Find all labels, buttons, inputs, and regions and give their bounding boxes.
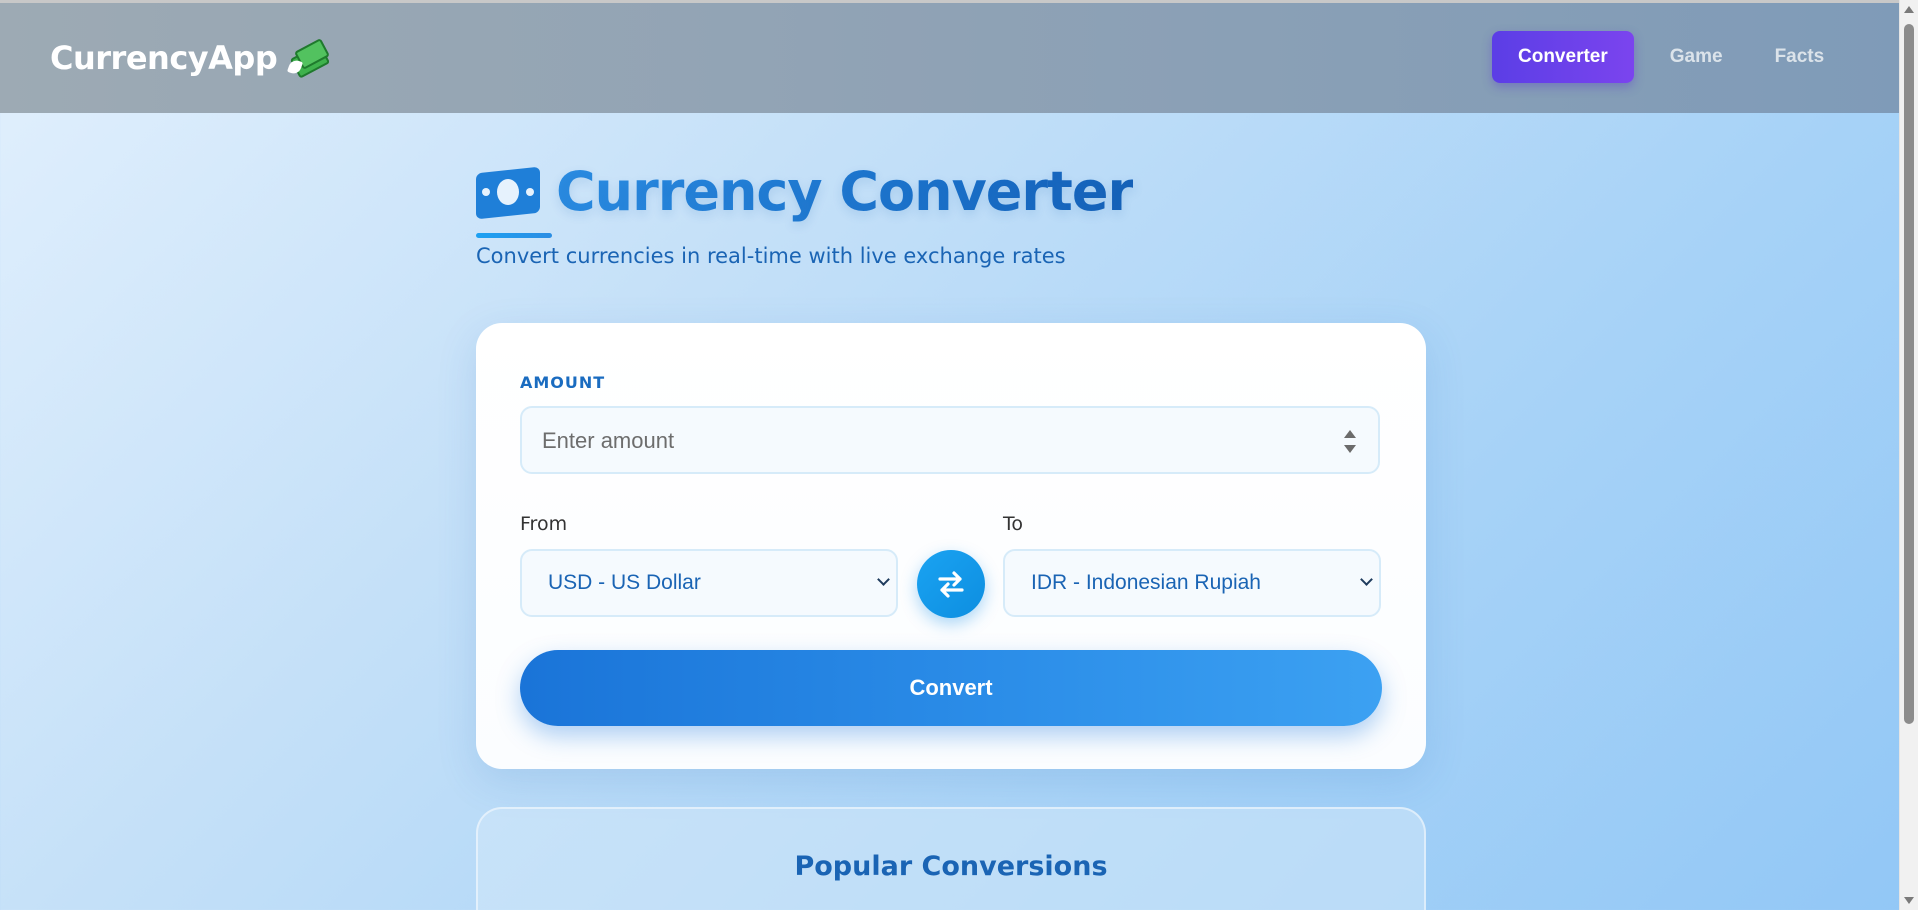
amount-field[interactable] — [520, 406, 1380, 474]
nav-converter[interactable]: Converter — [1492, 31, 1634, 83]
banknote-icon — [476, 166, 540, 219]
page-subtitle: Convert currencies in real-time with liv… — [476, 244, 1066, 268]
from-currency-select[interactable]: USD - US Dollar — [520, 549, 898, 617]
chevron-down-icon — [1360, 573, 1373, 586]
popular-conversions-title: Popular Conversions — [794, 851, 1108, 882]
scroll-thumb[interactable] — [1904, 24, 1914, 724]
swap-button[interactable] — [917, 550, 985, 618]
amount-input[interactable] — [522, 408, 1304, 474]
nav-facts[interactable]: Facts — [1749, 31, 1851, 83]
swap-arrows-icon — [938, 571, 964, 598]
from-label: From — [520, 513, 568, 535]
converter-card: AMOUNT From USD - US Dollar To IDR - Ind… — [476, 323, 1426, 769]
to-label: To — [1003, 513, 1024, 535]
scroll-up-icon[interactable] — [1904, 6, 1914, 13]
page-title: Currency Converter — [556, 160, 1134, 223]
money-with-wings-icon — [287, 38, 331, 79]
stepper-down-icon[interactable] — [1344, 445, 1356, 453]
navbar: CurrencyApp Converter Game Facts — [0, 3, 1900, 113]
page-header: Currency Converter Convert currencies in… — [476, 160, 1134, 268]
vertical-scrollbar[interactable] — [1899, 0, 1918, 910]
from-currency-value: USD - US Dollar — [548, 571, 701, 594]
convert-button[interactable]: Convert — [520, 650, 1382, 726]
brand-logo[interactable]: CurrencyApp — [50, 38, 331, 79]
to-currency-select[interactable]: IDR - Indonesian Rupiah — [1003, 549, 1381, 617]
stepper-up-icon[interactable] — [1344, 430, 1356, 438]
nav-menu: Converter Game Facts — [1492, 31, 1850, 83]
brand-name: CurrencyApp — [50, 39, 278, 77]
nav-game[interactable]: Game — [1644, 31, 1749, 83]
chevron-down-icon — [877, 573, 890, 586]
amount-stepper[interactable] — [1344, 430, 1356, 456]
title-underline — [476, 233, 552, 238]
scroll-down-icon[interactable] — [1904, 897, 1914, 904]
to-currency-value: IDR - Indonesian Rupiah — [1031, 571, 1261, 594]
amount-label: AMOUNT — [520, 373, 606, 392]
popular-conversions-card: Popular Conversions — [476, 807, 1426, 910]
